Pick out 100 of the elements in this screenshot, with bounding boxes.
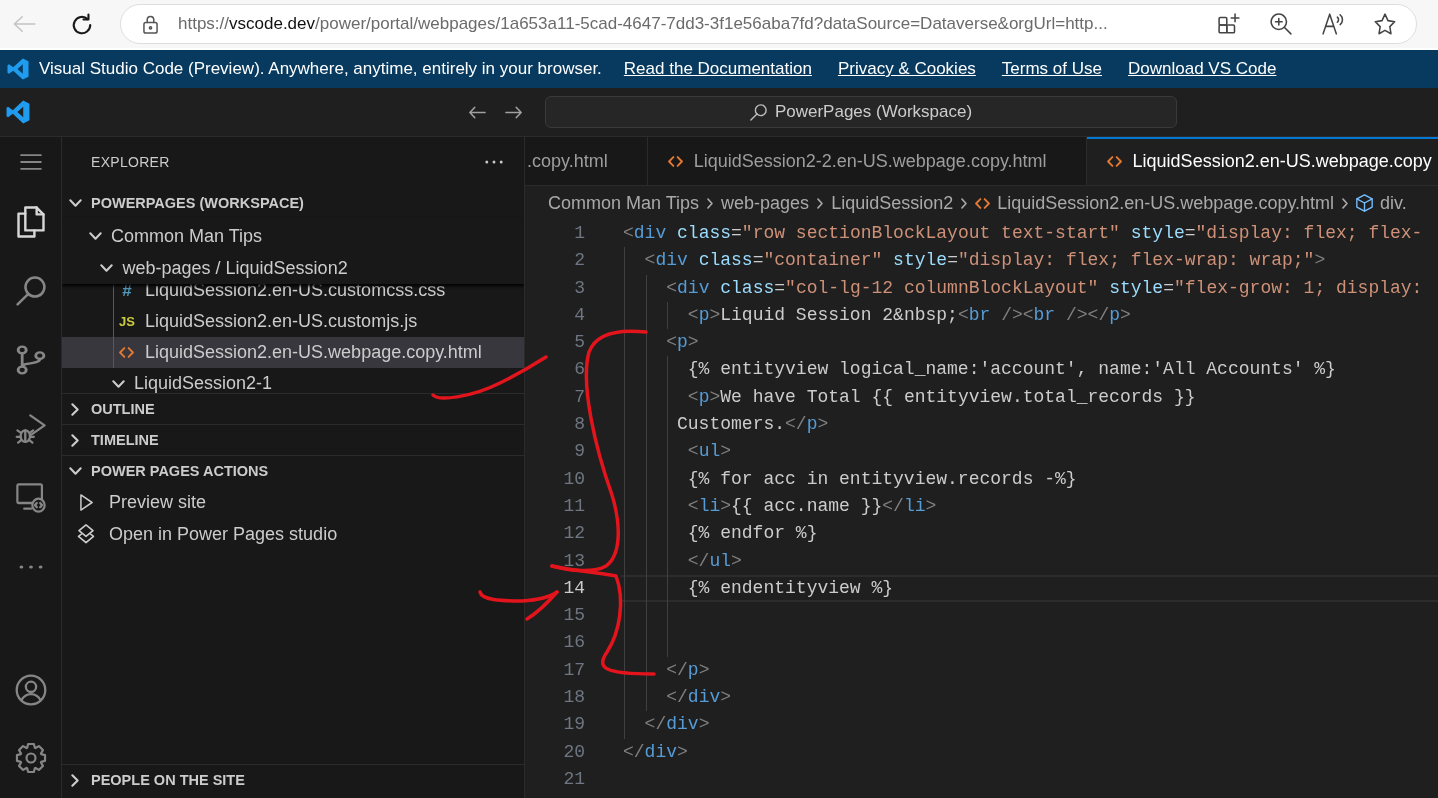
code-text: {% endfor %} bbox=[687, 523, 818, 544]
tree-item[interactable]: LiquidSession2.en-US.webpage.copy.html bbox=[62, 337, 524, 368]
code-text: <p>Liquid Session 2&nbsp;<br /><br /></p> bbox=[687, 304, 1131, 325]
search-icon[interactable] bbox=[15, 275, 46, 306]
banner-link[interactable]: Terms of Use bbox=[1001, 59, 1102, 79]
line-number: 16 bbox=[562, 631, 585, 655]
line-number: 5 bbox=[573, 331, 585, 355]
settings-icon[interactable] bbox=[15, 743, 46, 773]
code-text: </ul> bbox=[687, 550, 742, 571]
line-number: 9 bbox=[573, 440, 585, 464]
section-header[interactable]: TIMELINE bbox=[62, 424, 524, 455]
section-header[interactable]: PEOPLE ON THE SITE bbox=[62, 764, 524, 795]
logo-icon bbox=[7, 58, 29, 80]
branch-icon[interactable] bbox=[15, 344, 46, 375]
arrow-right-icon[interactable] bbox=[505, 105, 523, 119]
section-header[interactable]: POWERPAGES (WORKSPACE) bbox=[62, 187, 524, 218]
refresh-icon[interactable] bbox=[72, 13, 92, 35]
code-text: </div> bbox=[666, 687, 732, 708]
line-number: 6 bbox=[573, 358, 585, 382]
code-text: {% entityview logical_name:'account', name:'All Accounts' %} bbox=[687, 359, 1336, 380]
star-icon[interactable] bbox=[1374, 13, 1396, 35]
monitor-icon[interactable] bbox=[15, 482, 46, 513]
code-text: {% for acc in entityview.records -%} bbox=[687, 468, 1077, 489]
cube-icon bbox=[1356, 194, 1374, 212]
sidebar-title: EXPLORER bbox=[91, 154, 170, 170]
code-icon bbox=[1106, 155, 1122, 167]
tree-item[interactable]: web-pages / LiquidSession2 bbox=[62, 252, 524, 284]
chevron-right-icon bbox=[707, 197, 714, 209]
zoom-in-icon[interactable] bbox=[1270, 13, 1292, 35]
breadcrumb-item[interactable]: LiquidSession2.en-US.webpage.copy.html bbox=[975, 192, 1335, 214]
files-icon[interactable] bbox=[16, 205, 45, 238]
play-icon bbox=[80, 493, 93, 511]
more-icon[interactable] bbox=[18, 564, 43, 569]
search-icon bbox=[749, 103, 767, 121]
line-number: 18 bbox=[562, 686, 585, 710]
code-icon bbox=[975, 197, 991, 209]
line-number: 3 bbox=[573, 276, 585, 300]
line-number: 12 bbox=[562, 522, 585, 546]
code-icon bbox=[119, 347, 134, 358]
read-aloud-icon[interactable] bbox=[1322, 13, 1344, 35]
chevron-right-icon bbox=[961, 197, 968, 209]
lock-icon[interactable] bbox=[143, 14, 158, 34]
code-text: Customers.</p> bbox=[677, 414, 829, 435]
line-number: 21 bbox=[562, 767, 585, 791]
file-type-icon: # bbox=[118, 284, 136, 301]
file-type-icon: JS bbox=[118, 311, 136, 332]
address-bar[interactable]: https://vscode.dev/power/portal/webpages/1a653a11-5cad-4647-7dd3-3f1e56aba7fd?dataSource=Dataverse&orgUrl=http... bbox=[120, 4, 1417, 44]
logo-icon[interactable] bbox=[6, 100, 30, 124]
breadcrumb-item[interactable]: Common Man Tips bbox=[548, 192, 700, 214]
code-text: </div> bbox=[644, 714, 710, 735]
breadcrumb-item[interactable]: LiquidSession2 bbox=[831, 192, 954, 214]
play-bug-icon[interactable] bbox=[15, 413, 46, 444]
breadcrumb-item[interactable]: web-pages bbox=[721, 192, 810, 214]
more-icon[interactable] bbox=[485, 160, 503, 164]
line-number: 8 bbox=[573, 413, 585, 437]
arrow-left-icon[interactable] bbox=[468, 105, 486, 119]
code-text: <p>We have Total {{ entityview.total_records }} bbox=[687, 386, 1196, 407]
code-text: </p> bbox=[666, 659, 710, 680]
code-text: {% endentityview %} bbox=[687, 577, 894, 598]
line-number: 15 bbox=[562, 604, 585, 628]
code-icon bbox=[667, 155, 683, 167]
banner-message: Visual Studio Code (Preview). Anywhere, anytime, entirely in your browser. bbox=[39, 59, 602, 79]
code-text: <ul> bbox=[687, 441, 732, 462]
line-number: 20 bbox=[562, 740, 585, 764]
section-header[interactable]: POWER PAGES ACTIONS bbox=[62, 455, 524, 486]
line-number: 17 bbox=[562, 658, 585, 682]
line-number: 2 bbox=[573, 249, 585, 273]
editor-tab[interactable]: .copy.html bbox=[525, 137, 648, 185]
banner-link[interactable]: Download VS Code bbox=[1128, 59, 1277, 79]
action-item[interactable]: Open in Power Pages studio bbox=[62, 518, 524, 550]
code-text: <li>{{ acc.name }}</li> bbox=[687, 495, 937, 516]
section-header[interactable]: OUTLINE bbox=[62, 393, 524, 424]
chevron-right-icon bbox=[817, 197, 824, 209]
account-icon[interactable] bbox=[15, 675, 46, 705]
app-grid-icon[interactable] bbox=[1218, 13, 1240, 35]
indent-guide bbox=[667, 301, 669, 330]
tree-item[interactable]: Common Man Tips bbox=[62, 220, 524, 252]
breadcrumb-item[interactable]: div. bbox=[1356, 192, 1407, 214]
command-center[interactable]: PowerPages (Workspace) bbox=[545, 96, 1177, 128]
tree-item[interactable]: LiquidSession2-1 bbox=[62, 368, 524, 393]
line-number: 4 bbox=[573, 303, 585, 327]
code-text: <div class="col-lg-12 columnBlockLayout" style="flex-grow: 1; display: bbox=[666, 277, 1423, 298]
line-number: 14 bbox=[562, 576, 585, 600]
code-text: <div class="container" style="display: flex; flex-wrap: wrap;"> bbox=[644, 250, 1326, 271]
banner-link[interactable]: Read the Documentation bbox=[623, 59, 812, 79]
chevron-right-icon bbox=[1342, 197, 1349, 209]
editor-tab[interactable]: LiquidSession2-2.en-US.webpage.copy.html bbox=[647, 137, 1087, 185]
line-number: 11 bbox=[562, 494, 585, 518]
line-number: 7 bbox=[573, 385, 585, 409]
line-number: 19 bbox=[562, 713, 585, 737]
code-text: </div> bbox=[623, 741, 688, 762]
line-number: 13 bbox=[562, 549, 585, 573]
menu-icon[interactable] bbox=[19, 154, 42, 170]
code-text: <div class="row sectionBlockLayout text-start" style="display: flex; flex- bbox=[623, 223, 1423, 243]
action-item[interactable]: Preview site bbox=[62, 486, 524, 518]
code-text: <p> bbox=[666, 332, 699, 353]
banner-link[interactable]: Privacy & Cookies bbox=[837, 59, 976, 79]
line-number: 1 bbox=[573, 222, 585, 245]
line-number: 10 bbox=[562, 467, 585, 491]
editor-tab[interactable]: LiquidSession2.en-US.webpage.copy bbox=[1086, 137, 1438, 185]
